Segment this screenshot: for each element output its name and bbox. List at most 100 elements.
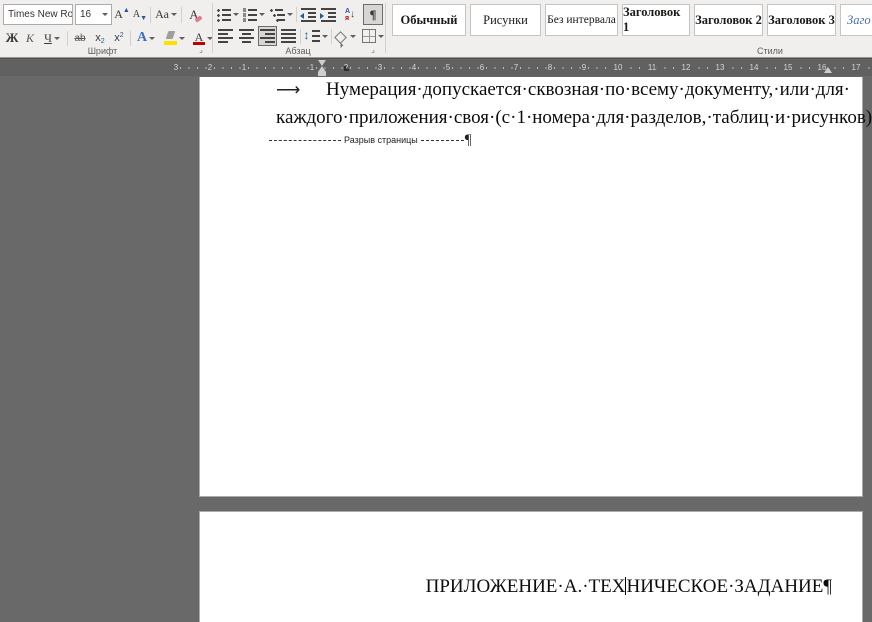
numbering-button[interactable]: [242, 5, 266, 25]
underline-button[interactable]: Ч: [40, 28, 64, 48]
chevron-down-icon: [378, 35, 384, 38]
ruler-number: 13: [715, 64, 726, 72]
text-effects-icon: А: [137, 30, 147, 46]
word: по·: [605, 79, 631, 101]
font-size-combobox[interactable]: 16: [75, 4, 112, 25]
ribbon: Times New Ron 16 А▲ А▼ Аа А Ж К Ч: [0, 0, 872, 58]
chevron-down-icon: [287, 13, 293, 16]
style-button-1[interactable]: Обычный: [392, 4, 466, 36]
ruler-number: 3: [377, 64, 383, 72]
right-indent-marker[interactable]: [824, 67, 832, 73]
ruler-number: 1: [309, 64, 315, 72]
font-group-row2: Ж К Ч ab x2 x2 А А: [4, 28, 216, 48]
change-case-icon: Аа: [155, 7, 169, 22]
increase-indent-button[interactable]: [319, 5, 337, 25]
grow-font-icon: А: [114, 7, 123, 22]
borders-grid-icon: [362, 29, 376, 43]
style-button-2[interactable]: Рисунки: [470, 4, 541, 36]
word: для·: [816, 79, 850, 101]
justify-button[interactable]: [279, 26, 298, 46]
word: или·: [780, 79, 816, 101]
divider: [181, 7, 182, 23]
chevron-down-icon: [179, 37, 185, 40]
align-center-icon: [239, 29, 254, 43]
up-caret-icon: ▲: [123, 7, 130, 14]
page-1[interactable]: ⟶ Нумерация·допускается·сквозная·по·всем…: [199, 77, 863, 497]
font-size-value: 16: [80, 9, 91, 20]
align-center-button[interactable]: [237, 26, 256, 46]
decrease-indent-button[interactable]: [299, 5, 317, 25]
font-dialog-launcher[interactable]: ⌟: [196, 45, 206, 55]
ruler-number: 12: [681, 64, 692, 72]
grow-font-button[interactable]: А▲: [114, 5, 130, 25]
subscript-button[interactable]: x2: [92, 28, 108, 48]
font-name-combobox[interactable]: Times New Ron: [3, 4, 73, 25]
italic-icon: К: [26, 31, 34, 46]
paragraph-group-row1: Ая ↓ ¶: [216, 4, 383, 25]
shrink-font-button[interactable]: А▼: [132, 5, 148, 25]
superscript-button[interactable]: x2: [111, 28, 127, 48]
borders-button[interactable]: [360, 26, 386, 46]
bold-button[interactable]: Ж: [4, 28, 20, 48]
heading-text-before-caret: ПРИЛОЖЕНИЕ·А.·ТЕХ: [426, 576, 626, 597]
style-button-4[interactable]: Заголовок 1: [622, 4, 690, 36]
highlighter-icon: [164, 31, 177, 46]
page-break-marker: Разрыв страницы ¶: [269, 132, 669, 148]
tab-stop-marker[interactable]: [344, 66, 349, 71]
subscript-digit: 2: [101, 38, 105, 45]
page-break-label: Разрыв страницы: [341, 135, 421, 145]
ruler-number: 8: [547, 64, 553, 72]
style-button-5[interactable]: Заголовок 2: [694, 4, 763, 36]
styles-group-label: Стили: [700, 46, 840, 56]
sort-button[interactable]: Ая ↓: [339, 5, 361, 25]
underline-icon: Ч: [44, 31, 52, 46]
text-effects-button[interactable]: А: [134, 28, 158, 48]
paragraph-dialog-launcher[interactable]: ⌟: [368, 45, 378, 55]
chevron-down-icon: [322, 35, 328, 38]
increase-indent-icon: [321, 8, 336, 22]
ruler-number: 2: [207, 64, 213, 72]
align-right-button[interactable]: [258, 26, 277, 46]
ruler-number: 1: [241, 64, 247, 72]
chevron-down-icon: [233, 13, 239, 16]
shading-button[interactable]: [334, 26, 358, 46]
font-group-label: Шрифт: [0, 46, 205, 56]
clear-formatting-button[interactable]: А: [184, 5, 204, 25]
strikethrough-icon: ab: [74, 33, 85, 44]
ruler-number: 4: [411, 64, 417, 72]
text-highlight-button[interactable]: [161, 28, 187, 48]
divider: [130, 31, 131, 46]
font-color-icon: А: [193, 31, 205, 45]
shrink-font-icon: А: [133, 9, 140, 20]
bold-icon: Ж: [6, 30, 19, 46]
group-divider: [385, 3, 386, 53]
chevron-down-icon: [149, 37, 155, 40]
style-button-7[interactable]: Заго: [840, 4, 872, 36]
font-group-row1: Times New Ron 16 А▲ А▼ Аа А: [3, 4, 204, 25]
bullet-list-icon: [217, 8, 231, 22]
style-button-6[interactable]: Заголовок 3: [767, 4, 836, 36]
show-formatting-marks-button[interactable]: ¶: [363, 4, 383, 25]
align-left-button[interactable]: [216, 26, 235, 46]
bullets-button[interactable]: [216, 5, 240, 25]
strikethrough-button[interactable]: ab: [71, 28, 89, 48]
page-2[interactable]: ПРИЛОЖЕНИЕ·А.·ТЕХНИЧЕСКОЕ·ЗАДАНИЕ¶: [199, 511, 863, 622]
style-button-3[interactable]: Без интервала: [545, 4, 618, 36]
ruler-ticks: [180, 67, 872, 69]
line-spacing-button[interactable]: [303, 26, 329, 46]
paragraph-line-1[interactable]: ⟶ Нумерация·допускается·сквозная·по·всем…: [276, 79, 846, 105]
ruler-number: 10: [613, 64, 624, 72]
clear-formatting-icon: А: [189, 7, 198, 23]
word: документу,·: [685, 79, 780, 101]
paragraph-group-label: Абзац: [213, 46, 383, 56]
paragraph-line-2[interactable]: каждого·приложения·своя·(с·1·номера·для·…: [276, 107, 846, 129]
appendix-heading-line[interactable]: ПРИЛОЖЕНИЕ·А.·ТЕХНИЧЕСКОЕ·ЗАДАНИЕ¶: [276, 576, 832, 598]
horizontal-ruler[interactable]: 3211234567891011121314151617: [0, 58, 872, 76]
multilevel-list-button[interactable]: [268, 5, 294, 25]
italic-button[interactable]: К: [23, 28, 37, 48]
ruler-number: 14: [749, 64, 760, 72]
paragraph-group-row2: [216, 26, 386, 46]
change-case-button[interactable]: Аа: [153, 5, 179, 25]
pilcrow-icon: ¶: [369, 7, 376, 23]
divider: [300, 29, 301, 44]
